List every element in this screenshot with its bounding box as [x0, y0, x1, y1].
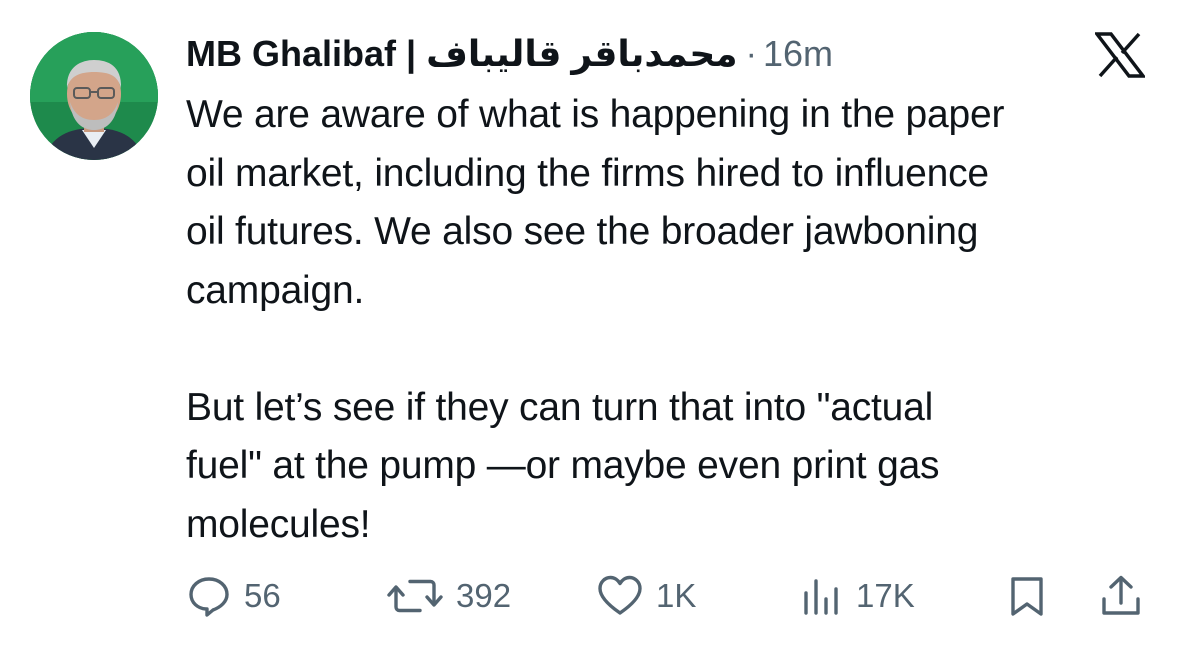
- post-text-line: molecules!: [186, 502, 371, 546]
- repost-count: 392: [456, 577, 512, 614]
- views-button[interactable]: 17K: [798, 568, 915, 624]
- bookmark-icon: [1011, 577, 1043, 616]
- heart-icon: [598, 575, 642, 615]
- bookmark-button[interactable]: [1004, 568, 1050, 624]
- post-text-line: But let’s see if they can turn that into…: [186, 385, 934, 429]
- author-display-name[interactable]: MB Ghalibaf | محمدباقر قالیباف: [186, 33, 738, 75]
- reply-icon: [189, 577, 229, 617]
- profile-photo: [30, 32, 158, 160]
- tweet-card: MB Ghalibaf | محمدباقر قالیباف · 16m We …: [0, 0, 1178, 655]
- post-timestamp[interactable]: 16m: [763, 33, 833, 75]
- post-text-line: We are aware of what is happening in the…: [186, 93, 1005, 136]
- post-text-line: campaign.: [186, 268, 365, 312]
- post-header: MB Ghalibaf | محمدباقر قالیباف · 16m: [186, 28, 833, 80]
- repost-icon: [387, 579, 443, 613]
- post-text-line: oil market, including the firms hired to…: [186, 151, 989, 195]
- post-text-blank-line: [186, 320, 1161, 379]
- header-separator: ·: [745, 34, 757, 73]
- views-count: 17K: [856, 577, 915, 614]
- action-bar: 56 392 1K 17K: [186, 568, 1156, 624]
- reply-count: 56: [244, 577, 281, 614]
- avatar[interactable]: [30, 32, 158, 160]
- post-text-line: fuel" at the pump —or maybe even print g…: [186, 444, 940, 487]
- views-chart-icon: [804, 579, 838, 615]
- x-logo-icon[interactable]: [1093, 32, 1147, 78]
- like-count: 1K: [656, 577, 697, 614]
- post-text: We are aware of what is happening in the…: [186, 86, 1161, 554]
- like-button[interactable]: 1K: [596, 568, 696, 624]
- repost-button[interactable]: 392: [386, 568, 511, 624]
- share-button[interactable]: [1098, 568, 1144, 624]
- post-text-line: oil futures. We also see the broader jaw…: [186, 210, 979, 253]
- share-icon: [1102, 575, 1140, 615]
- reply-button[interactable]: 56: [186, 568, 281, 624]
